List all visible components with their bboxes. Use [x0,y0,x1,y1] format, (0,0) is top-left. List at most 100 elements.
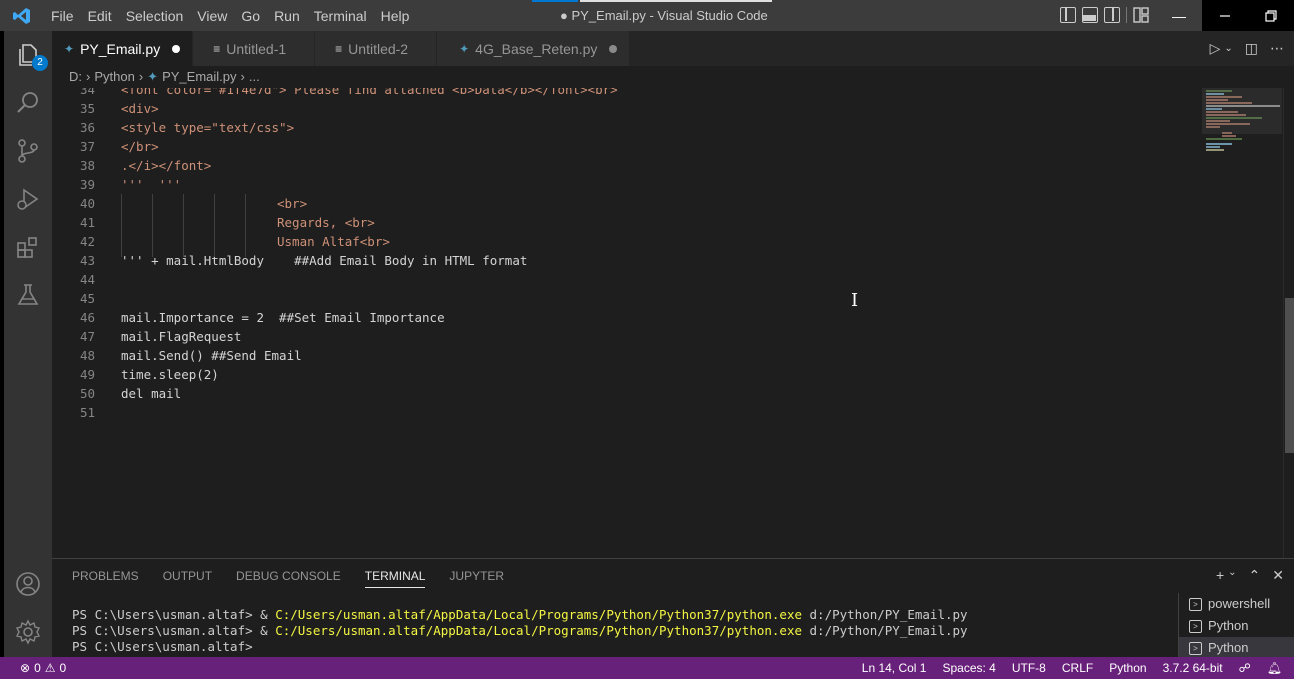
unsaved-dot-icon[interactable] [609,44,618,53]
breadcrumb-folder[interactable]: Python [94,69,134,84]
terminal-output[interactable]: PS C:\Users\usman.altaf> & C:/Users/usma… [72,607,968,655]
terminal-item-python[interactable]: > Python [1179,615,1294,637]
panel-actions: + ⌄ ⌃ ✕ [1216,567,1284,584]
chevron-down-icon[interactable]: ⌄ [1224,43,1232,54]
indentation[interactable]: Spaces: 4 [942,661,995,675]
code-text: del mail [121,386,182,401]
activity-bar: 2 [0,31,52,657]
menu-edit[interactable]: Edit [81,8,119,24]
minimap-slider[interactable] [1202,88,1282,134]
code-line: 39 ''' ''' [52,175,1202,194]
toggle-primary-sidebar-icon[interactable] [1060,7,1076,23]
testing-flask-icon[interactable] [4,271,52,319]
tab-4g-base-reten[interactable]: ✦ 4G_Base_Reten.py [437,31,631,66]
editor-tabs: ✦ PY_Email.py ≡ Untitled-1 ≡ Untitled-2 … [52,31,1294,66]
new-terminal-icon[interactable]: + [1216,567,1224,584]
toggle-panel-icon[interactable] [1082,7,1098,23]
terminal-item-label: powershell [1208,596,1271,611]
encoding[interactable]: UTF-8 [1012,661,1046,675]
line-number: 50 [79,386,95,401]
close-panel-icon[interactable]: ✕ [1272,567,1284,584]
toggle-secondary-sidebar-icon[interactable] [1104,7,1120,23]
unsaved-dot-icon[interactable] [172,44,181,53]
code-line: 47 mail.FlagRequest [52,327,1202,346]
terminal-item-python-active[interactable]: > Python [1179,637,1294,659]
line-ending[interactable]: CRLF [1062,661,1093,675]
minimap[interactable] [1202,88,1282,558]
tab-output[interactable]: OUTPUT [163,569,212,588]
python-icon: ✦ [64,41,75,56]
breadcrumb-more[interactable]: ... [249,69,260,84]
tab-problems[interactable]: PROBLEMS [72,569,139,588]
maximize-panel-icon[interactable]: ⌃ [1249,567,1261,584]
scrollbar-thumb[interactable] [1285,298,1294,453]
tab-py-email[interactable]: ✦ PY_Email.py [52,31,194,66]
terminal-icon: > [1189,619,1202,633]
tab-terminal[interactable]: TERMINAL [364,569,426,588]
code-line: 36 <style type="text/css"> [52,118,1202,137]
customize-layout-icon[interactable] [1133,7,1149,23]
problems-status[interactable]: ⊗ 0 ⚠ 0 [20,657,66,679]
language-mode[interactable]: Python [1109,661,1146,675]
menu-view[interactable]: View [190,8,234,24]
terminal-item-label: Python [1208,618,1249,633]
line-number: 39 [79,177,95,192]
code-editor[interactable]: 34 <font color="#1f4e7d"> Please find att… [52,88,1202,558]
tab-untitled-1[interactable]: ≡ Untitled-1 [193,31,316,66]
restore-button[interactable] [1248,0,1294,31]
menu-go[interactable]: Go [234,8,267,24]
menu-run[interactable]: Run [267,8,307,24]
line-number: 41 [79,215,95,230]
menu-file[interactable]: File [44,8,81,24]
more-actions-icon[interactable]: ⋯ [1270,40,1284,57]
account-icon[interactable] [4,560,52,608]
line-number: 47 [79,329,95,344]
explorer-icon[interactable]: 2 [4,31,52,79]
manage-gear-icon[interactable] [4,608,52,656]
extensions-icon[interactable] [4,223,52,271]
notifications-bell-icon[interactable]: 🔔︎ [1267,661,1282,675]
code-line: 48 mail.Send() ##Send Email [52,346,1202,365]
minimize-button[interactable]: — [1156,0,1202,31]
source-control-icon[interactable] [4,127,52,175]
breadcrumb-drive[interactable]: D: [69,69,82,84]
minimize-icon-button[interactable] [1202,0,1248,31]
code-line: 38 .</i></font> [52,156,1202,175]
chevron-down-icon[interactable]: ⌄ [1228,567,1236,584]
layout-divider [1126,7,1127,23]
breadcrumb-file[interactable]: PY_Email.py [162,69,236,84]
bottom-panel: PROBLEMS OUTPUT DEBUG CONSOLE TERMINAL J… [52,558,1294,659]
terminal-arg: d:/Python/PY_Email.py [802,623,968,638]
menu-terminal[interactable]: Terminal [307,8,374,24]
terminal-item-powershell[interactable]: > powershell [1179,593,1294,615]
layout-controls [1060,7,1149,23]
editor-scrollbar[interactable] [1283,88,1294,558]
line-number: 34 [79,88,95,97]
line-number: 44 [79,272,95,287]
code-line: 51 [52,403,1202,422]
line-number: 35 [79,101,95,116]
tab-jupyter[interactable]: JUPYTER [449,569,504,588]
search-icon[interactable] [4,79,52,127]
tab-untitled-2[interactable]: ≡ Untitled-2 [315,31,438,66]
code-text: <div> [121,101,159,116]
error-icon: ⊗ [20,661,31,675]
code-text: <style type="text/css"> [121,120,295,135]
terminal-prompt: PS C:\Users\usman.altaf> & [72,607,276,622]
terminal-list: > powershell > Python > Python [1178,593,1294,659]
line-number: 36 [79,120,95,135]
run-python-icon[interactable]: ▷ [1210,40,1221,57]
menu-help[interactable]: Help [374,8,417,24]
feedback-icon[interactable]: ☍ [1239,661,1251,675]
indent-guide [214,194,215,257]
tab-debug-console[interactable]: DEBUG CONSOLE [236,569,341,588]
run-debug-icon[interactable] [4,175,52,223]
python-interpreter[interactable]: 3.7.2 64-bit [1163,661,1223,675]
tab-label: 4G_Base_Reten.py [475,40,598,57]
warning-count: 0 [59,661,67,675]
menu-selection[interactable]: Selection [119,8,191,24]
code-text: .</i></font> [121,158,212,173]
split-editor-icon[interactable]: ◫ [1245,40,1258,57]
code-line: 35 <div> [52,99,1202,118]
cursor-position[interactable]: Ln 14, Col 1 [862,661,927,675]
